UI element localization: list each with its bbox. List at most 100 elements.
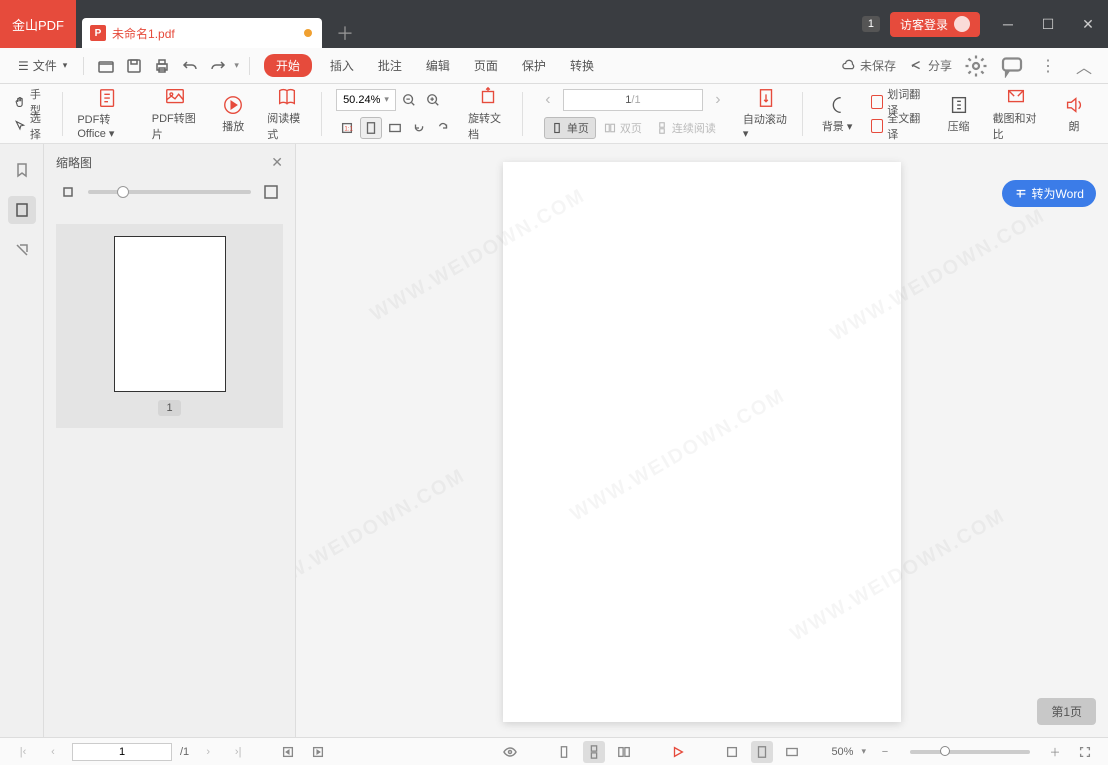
ribbon: 手型 选择 PDF转Office ▾ PDF转图片 播放 阅读模式 50.24%… (0, 84, 1108, 144)
thumb-large-icon[interactable] (259, 180, 283, 204)
eye-protection-icon[interactable] (499, 741, 521, 763)
read-aloud-button[interactable]: 朗 (1054, 94, 1094, 134)
zoom-out-icon[interactable] (398, 89, 420, 111)
thumbnail-rail-icon[interactable] (8, 196, 36, 224)
word-translate-icon (871, 95, 883, 109)
window-controls: ─ ☐ ✕ (988, 0, 1108, 48)
canvas-area[interactable]: WWW.WEIDOWN.COM WWW.WEIDOWN.COM WWW.WEID… (296, 144, 1108, 737)
view-single-icon[interactable] (553, 741, 575, 763)
save-status[interactable]: 未保存 (842, 57, 896, 74)
zoom-out-status-icon[interactable]: − (874, 741, 896, 763)
moon-icon (826, 94, 848, 116)
fit-actual-icon[interactable]: 1:1 (336, 117, 358, 139)
pdf-to-office-button[interactable]: PDF转Office ▾ (77, 87, 137, 140)
status-page-input[interactable] (72, 743, 172, 761)
full-translate-icon (871, 119, 883, 133)
undo-icon[interactable] (178, 54, 202, 78)
convert-icon (1014, 187, 1028, 201)
single-page-button[interactable]: 单页 (544, 117, 596, 139)
first-page-icon[interactable]: |‹ (12, 741, 34, 763)
close-panel-icon[interactable]: ✕ (271, 154, 283, 171)
auto-scroll-button[interactable]: 自动滚动 ▾ (743, 87, 788, 140)
redo-icon[interactable] (206, 54, 230, 78)
file-menu[interactable]: 文件 (12, 53, 73, 78)
zoom-in-icon[interactable] (422, 89, 444, 111)
next-page-icon[interactable]: › (707, 89, 729, 111)
fit-page-icon[interactable] (360, 117, 382, 139)
screenshot-icon (1005, 86, 1027, 108)
tab-edit[interactable]: 编辑 (416, 53, 460, 78)
convert-to-word-button[interactable]: 转为Word (1002, 180, 1096, 207)
thumbnail-label: 1 (158, 400, 180, 416)
save-icon[interactable] (122, 54, 146, 78)
watermark: WWW.WEIDOWN.COM (296, 464, 470, 606)
more-icon[interactable]: ⋮ (1036, 54, 1060, 78)
maximize-button[interactable]: ☐ (1028, 0, 1068, 48)
tab-start[interactable]: 开始 (264, 54, 312, 77)
continuous-button[interactable]: 连续阅读 (650, 117, 722, 139)
jump-forward-icon[interactable] (307, 741, 329, 763)
fit-page-status-icon[interactable] (751, 741, 773, 763)
view-continuous-icon[interactable] (583, 741, 605, 763)
login-button[interactable]: 访客登录 (890, 12, 980, 37)
hand-icon (14, 95, 26, 109)
page-input[interactable]: 1/1 (563, 89, 703, 111)
thumb-small-icon[interactable] (56, 180, 80, 204)
next-page-status-icon[interactable]: › (197, 741, 219, 763)
tab-modified-indicator (304, 29, 312, 37)
jump-back-icon[interactable] (277, 741, 299, 763)
tab-active[interactable]: 未命名1.pdf (82, 18, 322, 48)
zoom-select[interactable]: 50.24% (336, 89, 396, 111)
notification-badge[interactable]: 1 (862, 16, 880, 32)
open-file-icon[interactable] (94, 54, 118, 78)
book-icon (276, 86, 298, 108)
bookmark-rail-icon[interactable] (8, 156, 36, 184)
fit-width-icon[interactable] (384, 117, 406, 139)
pdf-to-office-icon (97, 87, 119, 109)
tab-annotate[interactable]: 批注 (368, 53, 412, 78)
minimize-button[interactable]: ─ (988, 0, 1028, 48)
fit-actual-status-icon[interactable] (721, 741, 743, 763)
rotate-right-icon[interactable] (432, 117, 454, 139)
prev-page-status-icon[interactable]: ‹ (42, 741, 64, 763)
prev-page-icon[interactable]: ‹ (537, 89, 559, 111)
left-rail (0, 144, 44, 737)
fit-width-status-icon[interactable] (781, 741, 803, 763)
fullscreen-icon[interactable] (1074, 741, 1096, 763)
print-icon[interactable] (150, 54, 174, 78)
play-button[interactable]: 播放 (213, 94, 253, 134)
screenshot-compare-button[interactable]: 截图和对比 (993, 86, 1040, 142)
zoom-in-status-icon[interactable]: ＋ (1044, 741, 1066, 763)
tab-page[interactable]: 页面 (464, 53, 508, 78)
read-mode-button[interactable]: 阅读模式 (267, 86, 307, 142)
compress-button[interactable]: 压缩 (939, 94, 979, 134)
tab-title: 未命名1.pdf (112, 25, 296, 42)
thumbnail-size-slider[interactable] (88, 190, 251, 194)
double-page-icon (604, 122, 616, 134)
view-double-icon[interactable] (613, 741, 635, 763)
zoom-slider[interactable] (910, 750, 1030, 754)
background-button[interactable]: 背景 ▾ (817, 94, 857, 134)
collapse-ribbon-icon[interactable]: ︿ (1072, 54, 1096, 78)
annotation-rail-icon[interactable] (8, 236, 36, 264)
pdf-to-image-button[interactable]: PDF转图片 (152, 86, 199, 142)
full-translate-button[interactable]: 全文翻译 (871, 115, 924, 137)
settings-icon[interactable] (964, 54, 988, 78)
tab-insert[interactable]: 插入 (320, 53, 364, 78)
rotate-left-icon[interactable] (408, 117, 430, 139)
close-button[interactable]: ✕ (1068, 0, 1108, 48)
zoom-label: 50% (831, 746, 853, 758)
tab-protect[interactable]: 保护 (512, 53, 556, 78)
main-area: 缩略图 ✕ 1 WWW.WEIDOWN.COM WWW.WEIDOWN.COM … (0, 144, 1108, 737)
thumbnail-page-1[interactable] (114, 236, 226, 392)
select-tool[interactable]: 选择 (14, 115, 48, 137)
new-tab-button[interactable]: ＋ (330, 18, 360, 48)
slideshow-icon[interactable] (667, 741, 689, 763)
tab-convert[interactable]: 转换 (560, 53, 604, 78)
last-page-icon[interactable]: ›| (227, 741, 249, 763)
pdf-page[interactable] (503, 162, 901, 722)
share-button[interactable]: 分享 (910, 57, 952, 74)
rotate-doc-button[interactable]: 旋转文档 (468, 86, 508, 142)
double-page-button[interactable]: 双页 (598, 117, 648, 139)
feedback-icon[interactable] (1000, 54, 1024, 78)
